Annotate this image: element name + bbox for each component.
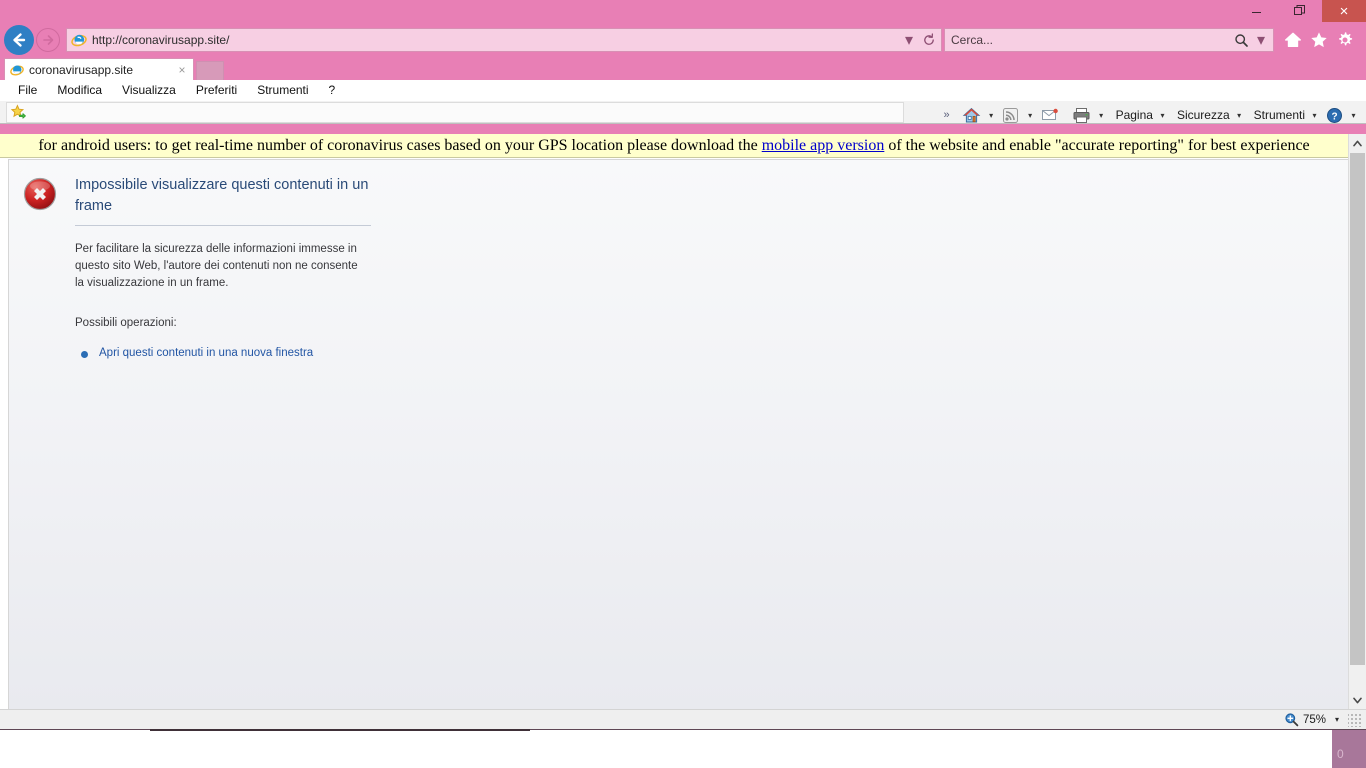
back-arrow-icon — [10, 31, 28, 49]
gear-icon — [1336, 31, 1354, 49]
command-home-caret-icon[interactable]: ▾ — [985, 102, 998, 128]
favorites-star-icon — [1310, 31, 1328, 49]
help-question-icon[interactable]: ? — [1321, 102, 1347, 128]
command-overflow-icon[interactable]: » — [939, 109, 958, 121]
menu-item-modifica[interactable]: Modifica — [47, 80, 112, 101]
desktop-taskbar-strip — [0, 728, 1366, 768]
command-print-caret-icon[interactable]: ▾ — [1095, 102, 1108, 128]
add-to-favorites-icon[interactable] — [10, 104, 27, 121]
ie-logo-icon — [71, 32, 87, 48]
tab-ie-logo-icon — [10, 63, 24, 77]
close-button[interactable]: × — [1322, 0, 1366, 22]
frame-error-content: Impossibile visualizzare questi contenut… — [9, 160, 1348, 359]
command-bar: » ▾ ▾ — [939, 100, 1366, 130]
menu-item-visualizza[interactable]: Visualizza — [112, 80, 186, 101]
menu-item-preferiti[interactable]: Preferiti — [186, 80, 247, 101]
scrollbar-thumb[interactable] — [1350, 153, 1365, 665]
home-icon — [1284, 31, 1302, 49]
menu-bar: File Modifica Visualizza Preferiti Strum… — [0, 80, 1366, 101]
svg-text:?: ? — [1331, 111, 1337, 122]
command-pagina-caret-icon[interactable]: ▾ — [1156, 102, 1169, 128]
minimize-button[interactable] — [1234, 0, 1278, 22]
search-input[interactable]: Cerca... — [951, 33, 1231, 47]
banner-text-after: of the website and enable "accurate repo… — [888, 137, 1309, 155]
frame-error-title: Impossibile visualizzare questi contenut… — [75, 175, 371, 226]
tab-coronavirusapp[interactable]: coronavirusapp.site × — [4, 58, 194, 80]
frame-error-body: Impossibile visualizzare questi contenut… — [75, 175, 375, 359]
command-strumenti-caret-icon[interactable]: ▾ — [1308, 102, 1321, 128]
open-in-new-window-action[interactable]: Apri questi contenuti in una nuova fines… — [75, 347, 375, 359]
status-bar: 75% ▾ — [0, 709, 1366, 729]
tab-strip: coronavirusapp.site × — [0, 58, 1366, 80]
back-button[interactable] — [4, 25, 34, 55]
refresh-icon[interactable] — [919, 29, 939, 51]
menu-item-strumenti[interactable]: Strumenti — [247, 80, 318, 101]
new-tab-button[interactable] — [196, 61, 224, 80]
search-dropdown-icon[interactable]: ▾ — [1251, 29, 1271, 51]
search-icon[interactable] — [1231, 29, 1251, 51]
navigation-bar: http://coronavirusapp.site/ ▾ Cerca... ▾ — [0, 22, 1366, 58]
command-rss-caret-icon[interactable]: ▾ — [1024, 102, 1037, 128]
command-menu-strumenti[interactable]: Strumenti — [1246, 108, 1308, 122]
open-in-new-window-link[interactable]: Apri questi contenuti in una nuova fines… — [99, 347, 313, 359]
desktop-tile-number: 0 — [1337, 747, 1344, 761]
command-menu-sicurezza[interactable]: Sicurezza — [1169, 108, 1233, 122]
scroll-down-arrow-icon[interactable] — [1349, 691, 1366, 709]
error-x-icon — [23, 177, 57, 211]
settings-button[interactable] — [1332, 27, 1358, 53]
resize-grip[interactable] — [1348, 713, 1362, 727]
address-url-text: http://coronavirusapp.site/ — [92, 33, 899, 47]
command-sicurezza-caret-icon[interactable]: ▾ — [1233, 102, 1246, 128]
browser-window: × http://co — [0, 0, 1366, 729]
page-content: for android users: to get real-time numb… — [0, 134, 1348, 709]
favorites-bar-inner[interactable] — [6, 102, 904, 123]
favorites-button[interactable] — [1306, 27, 1332, 53]
zoom-dropdown-icon[interactable]: ▾ — [1328, 715, 1346, 724]
banner-text-before: for android users: to get real-time numb… — [38, 137, 757, 155]
zoom-level-label: 75% — [1299, 714, 1328, 726]
scroll-up-arrow-icon[interactable] — [1349, 134, 1366, 152]
frame-error-document: Impossibile visualizzare questi contenut… — [8, 159, 1348, 709]
address-bar[interactable]: http://coronavirusapp.site/ ▾ — [66, 28, 942, 52]
home-button[interactable] — [1280, 27, 1306, 53]
menu-item-help[interactable]: ? — [319, 80, 346, 101]
command-home-icon[interactable] — [959, 102, 985, 128]
menu-item-file[interactable]: File — [8, 80, 47, 101]
tab-close-icon[interactable]: × — [175, 62, 189, 78]
forward-button[interactable] — [36, 28, 60, 52]
restore-button[interactable] — [1278, 0, 1322, 22]
android-app-banner: for android users: to get real-time numb… — [0, 134, 1348, 158]
frame-error-description: Per facilitare la sicurezza delle inform… — [75, 241, 365, 292]
address-dropdown-icon[interactable]: ▾ — [899, 29, 919, 51]
zoom-control[interactable]: 75% ▾ — [1284, 711, 1362, 729]
page-viewport: for android users: to get real-time numb… — [0, 134, 1366, 709]
mobile-app-version-link[interactable]: mobile app version — [762, 137, 885, 155]
help-caret-icon[interactable]: ▾ — [1347, 102, 1360, 128]
search-box[interactable]: Cerca... ▾ — [944, 28, 1274, 52]
window-controls: × — [1234, 0, 1366, 22]
frame-error-operations-label: Possibili operazioni: — [75, 317, 375, 329]
page-scrollbar[interactable] — [1348, 134, 1366, 709]
command-mail-icon[interactable] — [1037, 102, 1063, 128]
forward-arrow-icon — [41, 33, 55, 47]
tab-title: coronavirusapp.site — [29, 63, 175, 77]
bullet-icon — [81, 351, 88, 358]
command-menu-pagina[interactable]: Pagina — [1108, 108, 1156, 122]
command-rss-feed-icon[interactable] — [998, 102, 1024, 128]
title-bar: × — [0, 0, 1366, 22]
command-print-icon[interactable] — [1069, 102, 1095, 128]
zoom-in-magnifier-icon[interactable] — [1284, 712, 1299, 727]
